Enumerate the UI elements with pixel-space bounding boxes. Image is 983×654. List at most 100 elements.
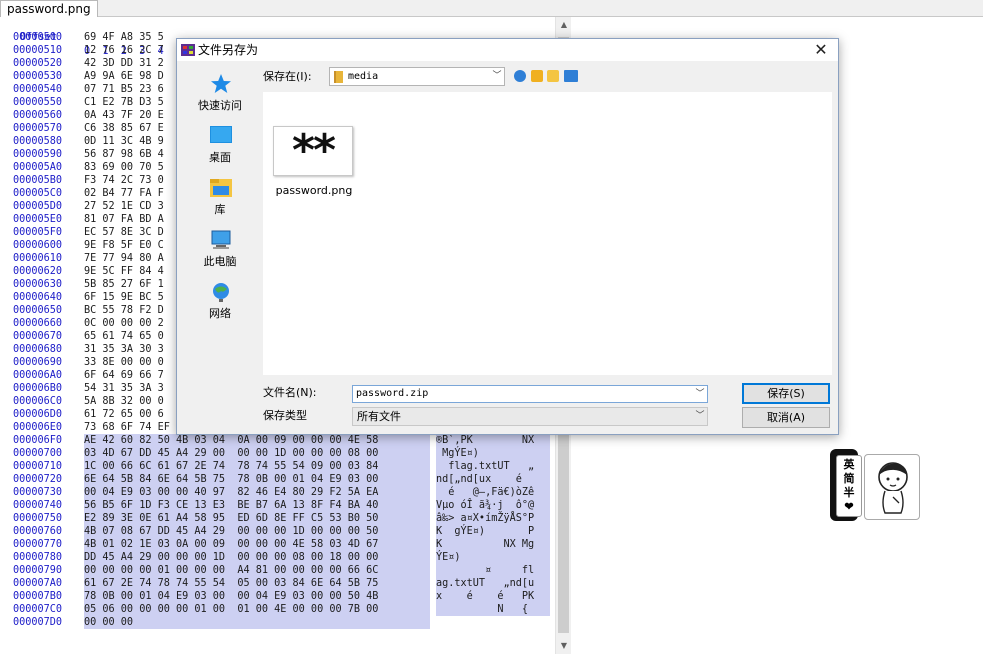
- hex-row[interactable]: 00000720 6E 64 5B 84 6E 64 5B 75 78 0B 00…: [0, 473, 555, 486]
- hex-bytes[interactable]: E2 89 3E 0E 61 A4 58 95 ED 6D 8E FF C5 5…: [84, 512, 430, 525]
- view-menu-icon[interactable]: [564, 70, 578, 82]
- hex-ascii[interactable]: MgÝE¤): [436, 447, 550, 460]
- place-library[interactable]: 库: [183, 173, 257, 221]
- hex-offset: 00000650: [13, 305, 63, 316]
- hex-ascii[interactable]: nd[„nd[ux é: [436, 473, 550, 486]
- hex-bytes[interactable]: 05 06 00 00 00 00 01 00 01 00 4E 00 00 0…: [84, 603, 430, 616]
- hex-row[interactable]: 00000740 56 B5 6F 1D F3 CE 13 E3 BE B7 6A…: [0, 499, 555, 512]
- hex-ascii[interactable]: K NX Mg: [436, 538, 550, 551]
- hex-bytes[interactable]: 1C 00 66 6C 61 67 2E 74 78 74 55 54 09 0…: [84, 460, 430, 473]
- hex-row[interactable]: 00000760 4B 07 08 67 DD 45 A4 29 00 00 00…: [0, 525, 555, 538]
- save-in-label: 保存在(I):: [263, 70, 312, 83]
- place-label: 桌面: [209, 151, 231, 164]
- hex-ascii[interactable]: ®B`,PK NX: [436, 434, 550, 447]
- hex-offset: 000007D0: [13, 617, 63, 628]
- hex-offset: 000007C0: [13, 604, 63, 615]
- sticker-badge-text: 英简半 ❤: [836, 455, 862, 517]
- dialog-titlebar[interactable]: 文件另存为 ✕: [177, 39, 838, 61]
- cancel-button[interactable]: 取消(A): [742, 407, 830, 428]
- hex-row[interactable]: 00000700 03 4D 67 DD 45 A4 29 00 00 00 1D…: [0, 447, 555, 460]
- hex-ascii[interactable]: â‰> a¤X•ímŽÿÅS°P: [436, 512, 550, 525]
- hex-ascii[interactable]: flag.txtUT „: [436, 460, 550, 473]
- new-folder-icon[interactable]: [547, 70, 559, 82]
- place-quick-access[interactable]: 快速访问: [183, 69, 257, 117]
- file-item[interactable]: ** password.png: [271, 118, 357, 198]
- hex-offset: 00000510: [13, 45, 63, 56]
- back-icon[interactable]: [514, 70, 526, 82]
- save-in-dropdown[interactable]: media ﹀: [329, 67, 505, 86]
- hex-bytes[interactable]: 4B 07 08 67 DD 45 A4 29 00 00 00 1D 00 0…: [84, 525, 430, 538]
- computer-icon: [210, 229, 232, 251]
- hex-row[interactable]: 000007B0 78 0B 00 01 04 E9 03 00 00 04 E9…: [0, 590, 555, 603]
- hex-ascii[interactable]: ÝE¤): [436, 551, 550, 564]
- file-list[interactable]: ** password.png: [263, 92, 832, 375]
- tab-bar: password.png: [0, 0, 983, 17]
- hex-ascii[interactable]: N {: [436, 603, 550, 616]
- hex-row[interactable]: 000007C0 05 06 00 00 00 00 01 00 01 00 4E…: [0, 603, 555, 616]
- hex-bytes[interactable]: 6E 64 5B 84 6E 64 5B 75 78 0B 00 01 04 E…: [84, 473, 430, 486]
- tab-password-png[interactable]: password.png: [0, 0, 98, 17]
- hex-offset: 000005A0: [13, 162, 63, 173]
- hex-row[interactable]: 00000750 E2 89 3E 0E 61 A4 58 95 ED 6D 8E…: [0, 512, 555, 525]
- filetype-label: 保存类型: [263, 409, 307, 422]
- hex-ascii[interactable]: x é é PK: [436, 590, 550, 603]
- hex-ascii[interactable]: é @—‚Fä€)òZê: [436, 486, 550, 499]
- hex-offset: 00000720: [13, 474, 63, 485]
- close-icon[interactable]: ✕: [804, 39, 838, 61]
- folder-icon: [334, 71, 343, 83]
- scroll-up-arrow-icon[interactable]: ▲: [556, 17, 572, 33]
- hex-bytes[interactable]: 61 67 2E 74 78 74 55 54 05 00 03 84 6E 6…: [84, 577, 430, 590]
- hex-offset: 00000710: [13, 461, 63, 472]
- hex-bytes[interactable]: 56 B5 6F 1D F3 CE 13 E3 BE B7 6A 13 8F F…: [84, 499, 430, 512]
- save-button[interactable]: 保存(S): [742, 383, 830, 404]
- hex-bytes[interactable]: 4B 01 02 1E 03 0A 00 09 00 00 00 4E 58 0…: [84, 538, 430, 551]
- hex-row[interactable]: 00000710 1C 00 66 6C 61 67 2E 74 78 74 55…: [0, 460, 555, 473]
- hex-bytes[interactable]: DD 45 A4 29 00 00 00 1D 00 00 00 08 00 1…: [84, 551, 430, 564]
- hex-offset: 00000790: [13, 565, 63, 576]
- hex-offset: 00000540: [13, 84, 63, 95]
- hex-bytes[interactable]: 78 0B 00 01 04 E9 03 00 00 04 E9 03 00 0…: [84, 590, 430, 603]
- hex-ascii[interactable]: Vµo óÎ ã¾·j ô°@: [436, 499, 550, 512]
- hex-row[interactable]: 000007D0 00 00 00: [0, 616, 555, 629]
- place-label: 库: [214, 203, 226, 216]
- hex-bytes[interactable]: 00 00 00 00 01 00 00 00 A4 81 00 00 00 0…: [84, 564, 430, 577]
- hex-row[interactable]: 000007A0 61 67 2E 74 78 74 55 54 05 00 03…: [0, 577, 555, 590]
- save-as-dialog: 文件另存为 ✕ 快速访问 桌面 库 此电脑 网络 保存在(I): media ﹀…: [176, 38, 839, 435]
- hex-row[interactable]: 00000790 00 00 00 00 01 00 00 00 A4 81 00…: [0, 564, 555, 577]
- scroll-down-arrow-icon[interactable]: ▼: [556, 638, 572, 654]
- place-desktop[interactable]: 桌面: [183, 121, 257, 169]
- chevron-down-icon[interactable]: ﹀: [693, 409, 707, 424]
- hex-offset: 00000660: [13, 318, 63, 329]
- hex-offset: 000006C0: [13, 396, 63, 407]
- hex-bytes[interactable]: AE 42 60 82 50 4B 03 04 0A 00 09 00 00 0…: [84, 434, 430, 447]
- place-network[interactable]: 网络: [183, 277, 257, 325]
- file-thumbnail: **: [273, 126, 353, 176]
- hex-row[interactable]: 00000730 00 04 E9 03 00 00 40 97 82 46 E4…: [0, 486, 555, 499]
- hex-offset: 000007A0: [13, 578, 63, 589]
- place-this-pc[interactable]: 此电脑: [183, 225, 257, 273]
- chevron-down-icon[interactable]: ﹀: [490, 69, 504, 84]
- hex-ascii[interactable]: ag.txtUT „nd[u: [436, 577, 550, 590]
- up-folder-icon[interactable]: [531, 70, 543, 82]
- hex-bytes[interactable]: 00 00 00: [84, 616, 430, 629]
- network-icon: [210, 281, 232, 303]
- hex-offset: 000006E0: [13, 422, 63, 433]
- hex-row[interactable]: 00000780 DD 45 A4 29 00 00 00 1D 00 00 00…: [0, 551, 555, 564]
- hex-ascii[interactable]: K gÝE¤) P: [436, 525, 550, 538]
- places-bar: 快速访问 桌面 库 此电脑 网络: [183, 69, 257, 369]
- hex-ascii[interactable]: ¤ fl: [436, 564, 550, 577]
- place-label: 网络: [209, 307, 231, 320]
- sticker-character-image: [864, 454, 920, 520]
- hex-bytes[interactable]: 03 4D 67 DD 45 A4 29 00 00 00 1D 00 00 0…: [84, 447, 430, 460]
- hex-row[interactable]: 00000770 4B 01 02 1E 03 0A 00 09 00 00 00…: [0, 538, 555, 551]
- filetype-select[interactable]: 所有文件 ﹀: [352, 407, 708, 426]
- hex-offset: 00000690: [13, 357, 63, 368]
- hex-offset: 00000680: [13, 344, 63, 355]
- hex-offset: 000005B0: [13, 175, 63, 186]
- hex-offset: 000007B0: [13, 591, 63, 602]
- hex-row[interactable]: 000006F0 AE 42 60 82 50 4B 03 04 0A 00 09…: [0, 434, 555, 447]
- hex-offset: 00000750: [13, 513, 63, 524]
- chevron-down-icon[interactable]: ﹀: [693, 387, 707, 402]
- hex-bytes[interactable]: 00 04 E9 03 00 00 40 97 82 46 E4 80 29 F…: [84, 486, 430, 499]
- filename-input[interactable]: password.zip ﹀: [352, 385, 708, 403]
